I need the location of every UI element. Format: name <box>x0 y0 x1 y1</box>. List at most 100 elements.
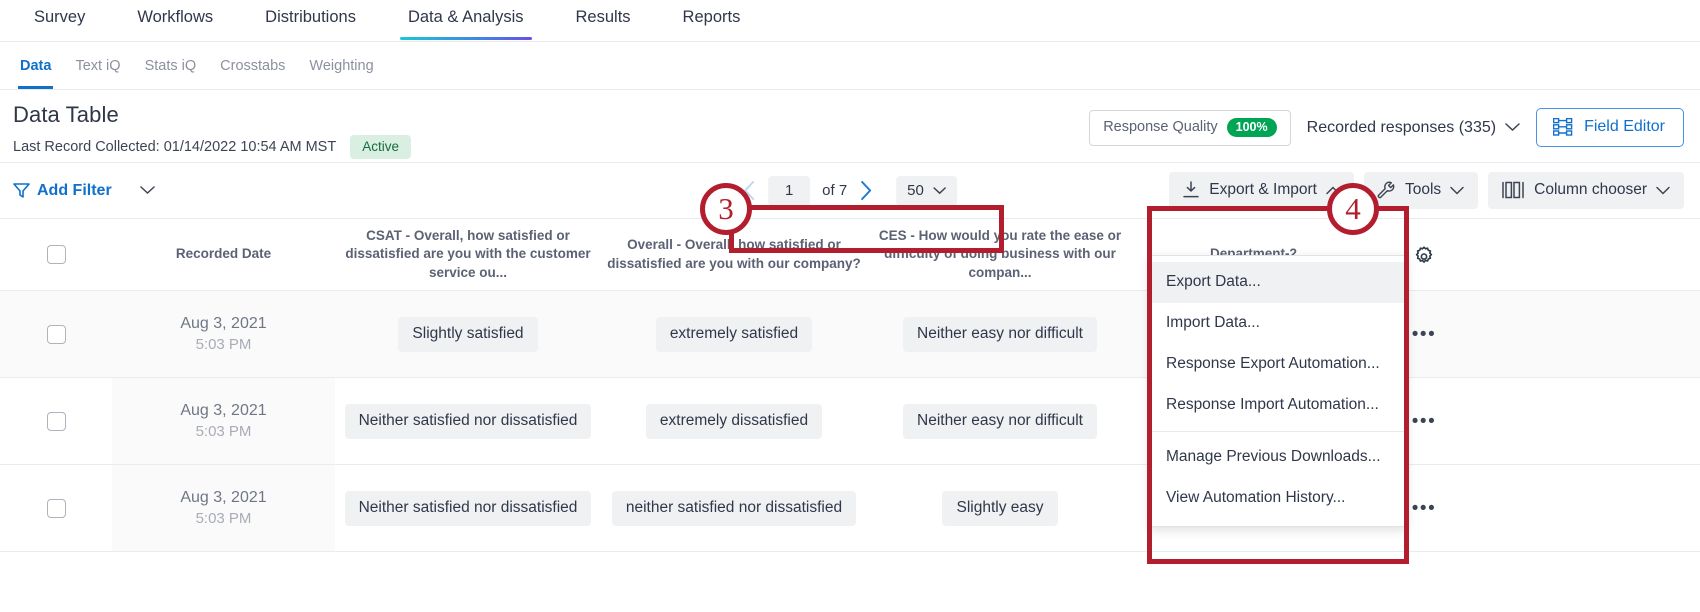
recorded-date-value: Aug 3, 2021 <box>180 315 267 332</box>
add-filter-button[interactable]: Add Filter <box>13 182 112 200</box>
page-size-select[interactable]: 50 <box>896 175 957 206</box>
annotation-badge-3: 3 <box>700 183 752 235</box>
select-all-cell <box>0 219 112 290</box>
column-chooser-label: Column chooser <box>1534 181 1647 198</box>
column-header-label: CES - How would you rate the ease or dif… <box>878 228 1122 280</box>
row-checkbox[interactable] <box>46 411 66 431</box>
menu-separator <box>1150 431 1406 432</box>
column-header-label: Overall - Overall, how satisfied or diss… <box>607 237 861 271</box>
menu-item-response-import-automation[interactable]: Response Import Automation... <box>1150 385 1406 426</box>
row-actions-menu-icon[interactable]: ••• <box>1412 325 1436 344</box>
column-header-csat[interactable]: CSAT - Overall, how satisfied or dissati… <box>335 219 601 290</box>
column-header-label: Recorded Date <box>175 246 272 262</box>
next-page-button[interactable] <box>859 181 872 200</box>
download-icon <box>1182 181 1200 199</box>
menu-item-view-automation-history[interactable]: View Automation History... <box>1150 478 1406 519</box>
field-editor-button[interactable]: Field Editor <box>1536 108 1684 147</box>
table-row[interactable]: Aug 3, 2021 5:03 PM Neither satisfied no… <box>0 465 1700 552</box>
response-quality-value: 100% <box>1226 117 1277 137</box>
export-import-button[interactable]: Export & Import <box>1169 172 1354 209</box>
menu-item-response-export-automation[interactable]: Response Export Automation... <box>1150 344 1406 385</box>
field-editor-label: Field Editor <box>1584 118 1665 135</box>
tools-button[interactable]: Tools <box>1363 172 1479 209</box>
cell-value: Neither satisfied nor dissatisfied <box>344 490 592 526</box>
chevron-down-icon <box>933 186 946 195</box>
subnav-item-data[interactable]: Data <box>10 43 61 89</box>
filter-icon <box>13 182 30 199</box>
cell-ces: Neither easy nor difficult <box>867 291 1133 377</box>
table-row[interactable]: Aug 3, 2021 5:03 PM Slightly satisfied e… <box>0 291 1700 378</box>
page-total-label: of 7 <box>822 182 848 199</box>
cell-value: Neither satisfied nor dissatisfied <box>344 403 592 439</box>
cell-ces: Slightly easy <box>867 465 1133 551</box>
filter-options-chevron-icon[interactable] <box>139 186 155 195</box>
cell-csat: Neither satisfied nor dissatisfied <box>335 465 601 551</box>
table-toolbar: Add Filter 1 of 7 50 Export & Import Too… <box>0 162 1700 218</box>
page-size-value: 50 <box>907 182 924 199</box>
cell-value: Neither easy nor difficult <box>903 403 1097 439</box>
row-actions-menu-icon[interactable]: ••• <box>1412 499 1436 518</box>
menu-item-import-data[interactable]: Import Data... <box>1150 303 1406 344</box>
row-select-cell <box>0 291 112 377</box>
cell-overall: extremely dissatisfied <box>601 378 867 464</box>
table-row[interactable]: Aug 3, 2021 5:03 PM Neither satisfied no… <box>0 378 1700 465</box>
subnav-item-stats-iq[interactable]: Stats iQ <box>135 43 207 89</box>
row-checkbox[interactable] <box>46 324 66 344</box>
secondary-navigation: Data Text iQ Stats iQ Crosstabs Weightin… <box>0 42 1700 90</box>
status-badge: Active <box>350 135 411 159</box>
cell-value: Slightly satisfied <box>398 316 538 352</box>
tools-label: Tools <box>1404 181 1442 198</box>
chevron-down-icon <box>1656 186 1670 195</box>
cell-overall: neither satisfied nor dissatisfied <box>601 465 867 551</box>
nav-item-survey[interactable]: Survey <box>8 0 111 39</box>
nav-item-data-and-analysis[interactable]: Data & Analysis <box>382 0 550 40</box>
cell-csat: Neither satisfied nor dissatisfied <box>335 378 601 464</box>
add-filter-label: Add Filter <box>37 181 112 199</box>
row-checkbox[interactable] <box>46 498 66 518</box>
cell-value: extremely satisfied <box>655 316 813 352</box>
cell-ces: Neither easy nor difficult <box>867 378 1133 464</box>
gear-icon[interactable] <box>1413 244 1435 266</box>
response-quality-button[interactable]: Response Quality 100% <box>1089 109 1291 146</box>
column-chooser-button[interactable]: Column chooser <box>1488 172 1684 209</box>
toolbar-right-actions: Export & Import Tools Column chooser <box>1169 172 1684 209</box>
subnav-item-weighting[interactable]: Weighting <box>299 43 383 89</box>
chevron-down-icon <box>1450 186 1464 195</box>
nav-item-distributions[interactable]: Distributions <box>239 0 382 39</box>
recorded-date-value: Aug 3, 2021 <box>180 489 267 506</box>
menu-item-export-data[interactable]: Export Data... <box>1150 262 1406 303</box>
nav-item-results[interactable]: Results <box>550 0 657 39</box>
menu-item-manage-previous-downloads[interactable]: Manage Previous Downloads... <box>1150 437 1406 478</box>
cell-value: Neither easy nor difficult <box>903 316 1097 352</box>
page-header: Data Table Last Record Collected: 01/14/… <box>0 90 1700 162</box>
nav-item-workflows[interactable]: Workflows <box>111 0 239 39</box>
select-all-checkbox[interactable] <box>46 245 66 264</box>
last-record-collected: Last Record Collected: 01/14/2022 10:54 … <box>13 139 337 155</box>
subnav-item-crosstabs[interactable]: Crosstabs <box>210 43 295 89</box>
columns-icon <box>1501 181 1525 199</box>
table-header-row: Recorded Date CSAT - Overall, how satisf… <box>0 219 1700 291</box>
pagination-control: 1 of 7 50 <box>743 175 957 206</box>
data-table: Recorded Date CSAT - Overall, how satisf… <box>0 218 1700 552</box>
row-actions-menu-icon[interactable]: ••• <box>1412 412 1436 431</box>
column-header-label: CSAT - Overall, how satisfied or dissati… <box>345 228 591 280</box>
cell-value: extremely dissatisfied <box>645 403 823 439</box>
column-header-ces[interactable]: CES - How would you rate the ease or dif… <box>867 219 1133 290</box>
header-actions: Response Quality 100% Recorded responses… <box>1089 108 1684 147</box>
cell-value: neither satisfied nor dissatisfied <box>611 490 857 526</box>
recorded-responses-label: Recorded responses (335) <box>1306 118 1497 136</box>
subnav-item-text-iq[interactable]: Text iQ <box>65 43 130 89</box>
export-import-dropdown-menu: Export Data... Import Data... Response E… <box>1149 255 1407 527</box>
column-header-recorded-date[interactable]: Recorded Date <box>112 219 335 290</box>
cell-recorded-date: Aug 3, 2021 5:03 PM <box>112 291 335 377</box>
export-import-label: Export & Import <box>1209 181 1317 198</box>
recorded-responses-dropdown[interactable]: Recorded responses (335) <box>1307 119 1520 137</box>
response-quality-label: Response Quality <box>1103 119 1218 135</box>
recorded-time-value: 5:03 PM <box>195 510 252 527</box>
chevron-down-icon <box>1505 123 1520 132</box>
wrench-icon <box>1377 181 1396 199</box>
cell-recorded-date: Aug 3, 2021 5:03 PM <box>112 378 335 464</box>
nav-item-reports[interactable]: Reports <box>657 0 767 39</box>
recorded-date-value: Aug 3, 2021 <box>180 402 267 419</box>
page-number-input[interactable]: 1 <box>768 175 811 206</box>
